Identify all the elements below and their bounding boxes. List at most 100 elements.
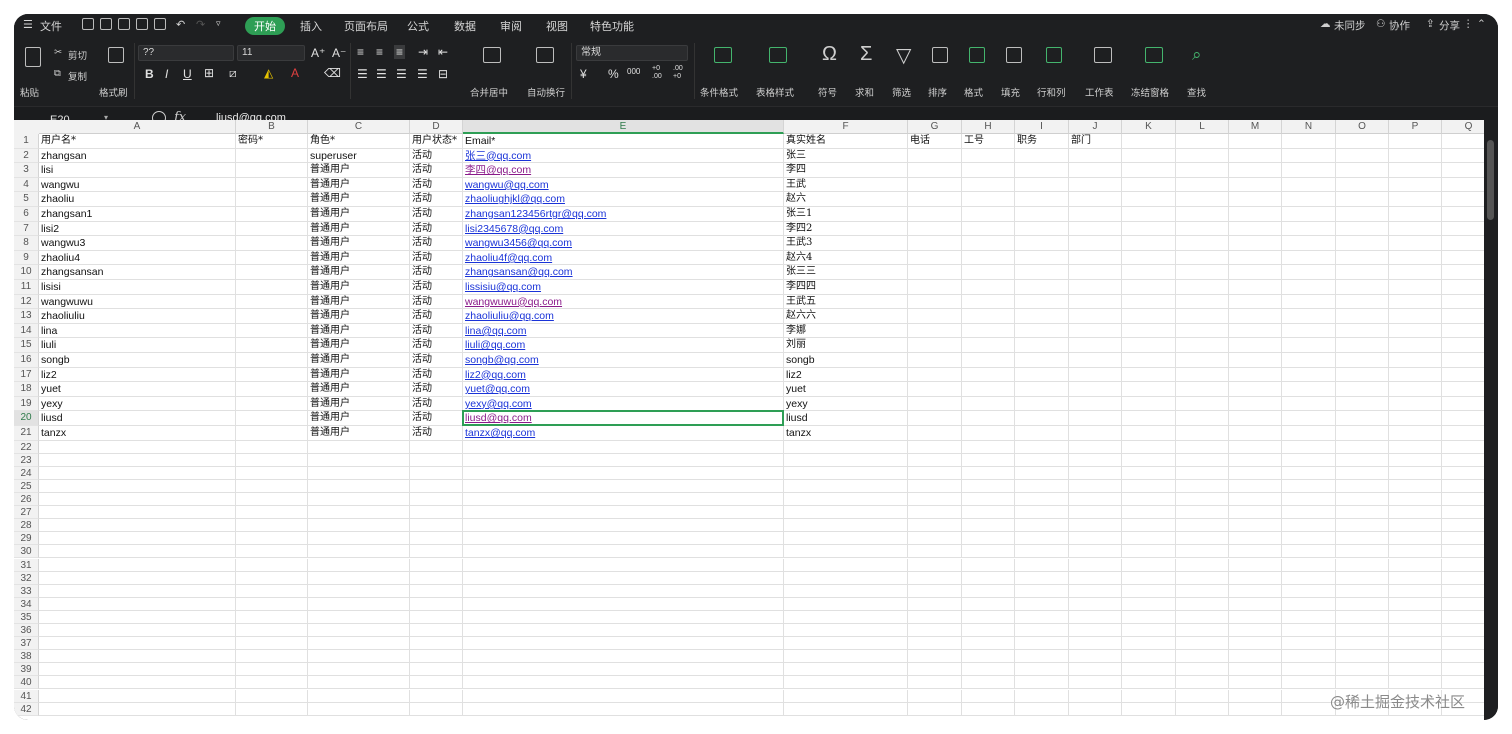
empty-cell[interactable] bbox=[1176, 177, 1229, 193]
align-top-icon[interactable]: ≡ bbox=[357, 45, 364, 59]
empty-cell[interactable] bbox=[1442, 397, 1484, 412]
empty-cell[interactable] bbox=[1176, 506, 1229, 520]
empty-cell[interactable] bbox=[308, 610, 410, 624]
empty-cell[interactable] bbox=[463, 610, 784, 624]
empty-cell[interactable] bbox=[1389, 177, 1442, 193]
empty-cell[interactable] bbox=[1015, 506, 1069, 520]
empty-cell[interactable] bbox=[39, 545, 236, 559]
email-link[interactable]: zhaoliu4f@qq.com bbox=[463, 250, 784, 266]
empty-cell[interactable] bbox=[1015, 250, 1069, 266]
empty-cell[interactable] bbox=[1389, 466, 1442, 480]
empty-cell[interactable] bbox=[1389, 479, 1442, 493]
empty-cell[interactable] bbox=[308, 702, 410, 716]
empty-cell[interactable] bbox=[410, 676, 463, 690]
empty-cell[interactable] bbox=[1442, 585, 1484, 598]
empty-cell[interactable] bbox=[1015, 689, 1069, 703]
empty-cell[interactable] bbox=[1229, 584, 1282, 598]
empty-cell[interactable] bbox=[1336, 396, 1389, 412]
empty-cell[interactable] bbox=[908, 597, 962, 611]
empty-cell[interactable] bbox=[1282, 323, 1336, 339]
password-cell[interactable] bbox=[236, 221, 308, 237]
password-cell[interactable] bbox=[236, 367, 308, 383]
row-header[interactable]: 34 bbox=[14, 597, 39, 611]
empty-cell[interactable] bbox=[308, 571, 410, 585]
copy-button[interactable]: 复制 bbox=[68, 69, 87, 83]
empty-cell[interactable] bbox=[308, 532, 410, 546]
empty-cell[interactable] bbox=[1015, 637, 1069, 651]
empty-cell[interactable] bbox=[1442, 506, 1484, 520]
header-cell[interactable]: 用户状态* bbox=[410, 134, 463, 149]
empty-cell[interactable] bbox=[962, 163, 1015, 178]
role-cell[interactable]: 普通用户 bbox=[308, 221, 410, 237]
empty-cell[interactable] bbox=[1229, 440, 1282, 454]
status-cell[interactable]: 活动 bbox=[410, 411, 463, 426]
empty-cell[interactable] bbox=[962, 396, 1015, 412]
empty-cell[interactable] bbox=[1176, 479, 1229, 493]
empty-cell[interactable] bbox=[1176, 440, 1229, 454]
role-cell[interactable]: 普通用户 bbox=[308, 192, 410, 207]
empty-cell[interactable] bbox=[1122, 396, 1176, 412]
realname-cell[interactable]: 李四2 bbox=[784, 221, 908, 237]
empty-cell[interactable] bbox=[308, 479, 410, 493]
menu-file[interactable]: 文件 bbox=[40, 18, 62, 34]
empty-cell[interactable] bbox=[410, 637, 463, 651]
status-cell[interactable]: 活动 bbox=[410, 192, 463, 207]
empty-cell[interactable] bbox=[236, 597, 308, 611]
empty-cell[interactable] bbox=[908, 426, 962, 441]
empty-cell[interactable] bbox=[1442, 480, 1484, 493]
empty-cell[interactable] bbox=[1229, 338, 1282, 353]
column-header-g[interactable]: G bbox=[908, 120, 962, 134]
empty-cell[interactable] bbox=[962, 479, 1015, 493]
empty-cell[interactable] bbox=[1122, 663, 1176, 677]
empty-cell[interactable] bbox=[410, 532, 463, 546]
font-color-icon[interactable]: A bbox=[291, 66, 299, 80]
empty-cell[interactable] bbox=[1122, 676, 1176, 690]
sort-button[interactable]: 排序 bbox=[928, 85, 947, 99]
password-cell[interactable] bbox=[236, 148, 308, 164]
empty-cell[interactable] bbox=[1229, 466, 1282, 480]
empty-cell[interactable] bbox=[463, 532, 784, 546]
tab-formulas[interactable]: 公式 bbox=[407, 18, 429, 34]
empty-cell[interactable] bbox=[1229, 309, 1282, 324]
empty-cell[interactable] bbox=[1442, 519, 1484, 533]
empty-cell[interactable] bbox=[1336, 265, 1389, 280]
empty-cell[interactable] bbox=[1069, 382, 1122, 397]
empty-cell[interactable] bbox=[1229, 177, 1282, 193]
empty-cell[interactable] bbox=[1069, 453, 1122, 467]
cell-style-icon[interactable]: ⧄ bbox=[229, 66, 237, 81]
empty-cell[interactable] bbox=[1176, 426, 1229, 441]
empty-cell[interactable] bbox=[463, 637, 784, 651]
empty-cell[interactable] bbox=[1336, 148, 1389, 164]
role-cell[interactable]: 普通用户 bbox=[308, 338, 410, 353]
empty-cell[interactable] bbox=[1015, 493, 1069, 507]
empty-cell[interactable] bbox=[1015, 453, 1069, 467]
row-header[interactable]: 13 bbox=[14, 309, 39, 324]
empty-cell[interactable] bbox=[1442, 338, 1484, 353]
empty-cell[interactable] bbox=[784, 663, 908, 677]
empty-cell[interactable] bbox=[1336, 294, 1389, 310]
empty-cell[interactable] bbox=[308, 558, 410, 572]
row-header[interactable]: 22 bbox=[14, 440, 39, 454]
empty-cell[interactable] bbox=[1389, 382, 1442, 397]
status-cell[interactable]: 活动 bbox=[410, 294, 463, 310]
empty-cell[interactable] bbox=[1336, 221, 1389, 237]
empty-cell[interactable] bbox=[784, 440, 908, 454]
password-cell[interactable] bbox=[236, 280, 308, 295]
password-cell[interactable] bbox=[236, 265, 308, 280]
empty-cell[interactable] bbox=[1229, 663, 1282, 677]
font-grow-icon[interactable]: A⁺ bbox=[311, 46, 325, 60]
empty-cell[interactable] bbox=[1069, 571, 1122, 585]
empty-cell[interactable] bbox=[1122, 207, 1176, 222]
empty-cell[interactable] bbox=[908, 280, 962, 295]
empty-cell[interactable] bbox=[39, 558, 236, 572]
empty-cell[interactable] bbox=[1176, 597, 1229, 611]
empty-cell[interactable] bbox=[784, 519, 908, 533]
empty-cell[interactable] bbox=[1229, 236, 1282, 251]
empty-cell[interactable] bbox=[962, 411, 1015, 426]
paste-icon[interactable] bbox=[25, 47, 41, 67]
column-header-q[interactable]: Q bbox=[1442, 120, 1484, 134]
empty-cell[interactable] bbox=[1176, 663, 1229, 677]
font-name-select[interactable]: ?? bbox=[138, 45, 234, 61]
empty-cell[interactable] bbox=[1229, 493, 1282, 507]
role-cell[interactable]: 普通用户 bbox=[308, 280, 410, 295]
